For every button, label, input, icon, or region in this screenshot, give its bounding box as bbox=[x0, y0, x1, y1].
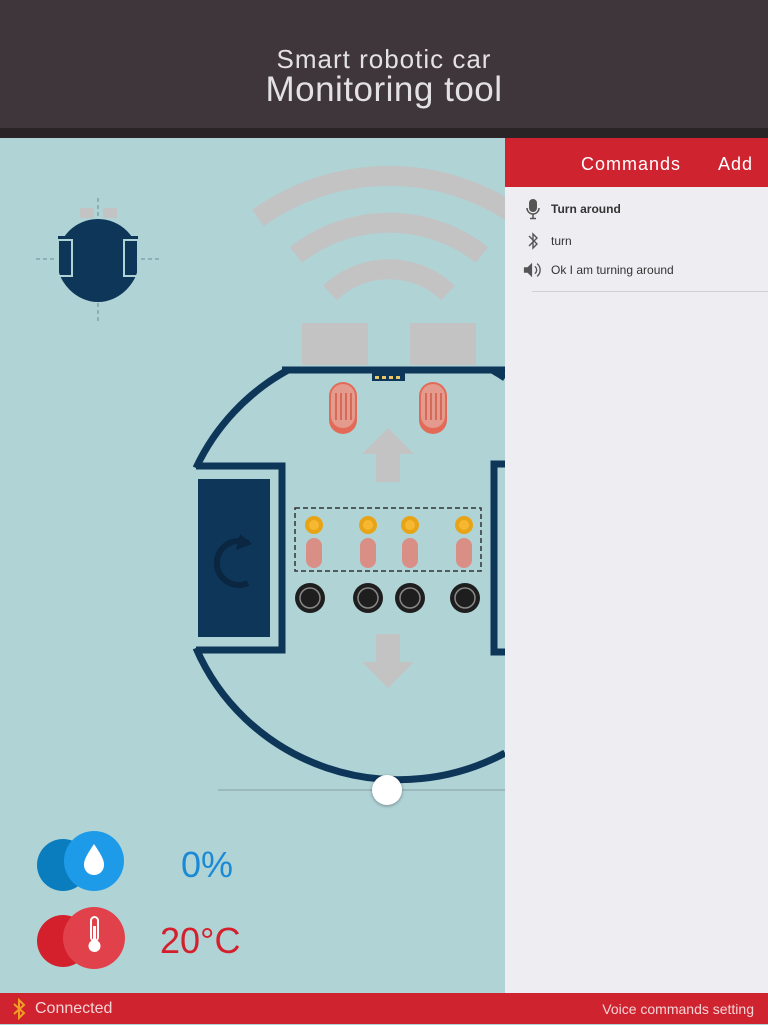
bluetooth-icon bbox=[523, 230, 543, 252]
wifi-signal-icon bbox=[252, 166, 505, 301]
command-item[interactable]: Ok I am turning around bbox=[523, 259, 674, 281]
command-voice-text: Turn around bbox=[551, 202, 621, 216]
speed-slider-track[interactable] bbox=[218, 789, 505, 791]
photoresistor-right-icon bbox=[419, 382, 447, 434]
forward-arrow-icon bbox=[362, 428, 414, 482]
left-wheel bbox=[198, 479, 270, 637]
command-bluetooth-text: turn bbox=[551, 234, 572, 248]
mini-robot-icon bbox=[36, 198, 160, 323]
sensor-array bbox=[305, 516, 473, 568]
command-response-text: Ok I am turning around bbox=[551, 263, 674, 277]
voice-commands-setting-link[interactable]: Voice commands setting bbox=[602, 1001, 754, 1017]
bluetooth-status-icon bbox=[12, 997, 26, 1025]
ir-sensors bbox=[295, 583, 480, 613]
temperature-value: 20°C bbox=[160, 920, 241, 961]
status-bar: Connected Voice commands setting bbox=[0, 993, 768, 1024]
app-title-line2: Monitoring tool bbox=[265, 70, 503, 109]
header-divider bbox=[0, 128, 768, 138]
sensor-led-1 bbox=[305, 516, 323, 534]
left-sensor-block bbox=[302, 323, 368, 365]
backward-arrow-icon bbox=[362, 634, 414, 688]
thermometer-icon bbox=[37, 907, 125, 969]
command-item[interactable]: turn bbox=[523, 230, 572, 252]
add-command-button[interactable]: Add bbox=[718, 154, 753, 175]
speed-slider-knob[interactable] bbox=[372, 775, 402, 805]
command-divider bbox=[532, 291, 768, 292]
sensor-led-4 bbox=[455, 516, 473, 534]
commands-panel: Commands Add Turn around turn Ok I am tu… bbox=[505, 138, 768, 993]
sensor-led-3 bbox=[401, 516, 419, 534]
robot-canvas: 0% 20°C bbox=[0, 138, 505, 993]
sensor-led-2 bbox=[359, 516, 377, 534]
right-sensor-block bbox=[410, 323, 476, 365]
microphone-icon bbox=[523, 198, 543, 220]
commands-panel-header: Commands Add bbox=[505, 138, 768, 187]
command-item[interactable]: Turn around bbox=[523, 198, 621, 220]
sensor-array-box bbox=[294, 507, 482, 572]
photoresistor-left-icon bbox=[329, 382, 357, 434]
speaker-icon bbox=[523, 259, 543, 281]
app-header: Smart robotic car Monitoring tool bbox=[0, 0, 768, 128]
connection-status: Connected bbox=[35, 1000, 113, 1017]
commands-title: Commands bbox=[581, 154, 682, 174]
robot-diagram bbox=[36, 166, 505, 969]
humidity-value: 0% bbox=[181, 844, 234, 885]
water-drop-icon bbox=[37, 831, 124, 891]
